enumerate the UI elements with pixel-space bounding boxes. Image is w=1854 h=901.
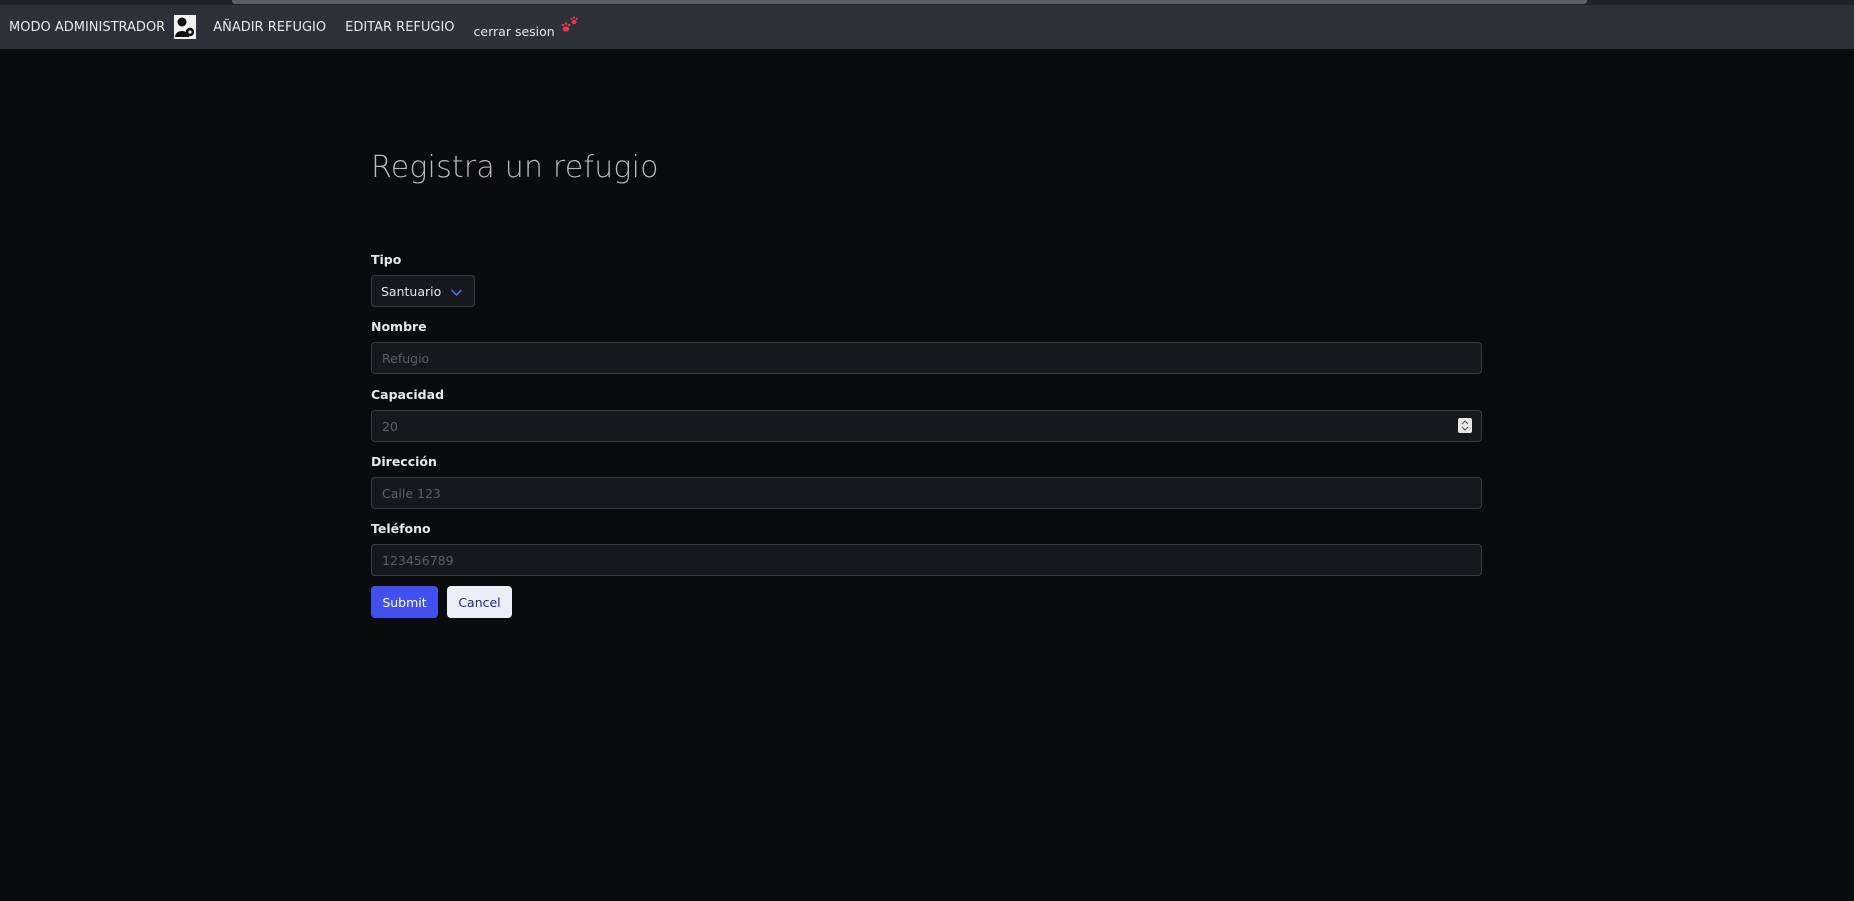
- tipo-select-value: Santuario: [381, 283, 442, 299]
- capacidad-label: Capacidad: [371, 387, 445, 402]
- nav-logout-label: cerrar sesion: [473, 23, 555, 39]
- direccion-input[interactable]: [371, 477, 1482, 509]
- nav-admin-label: MODO ADMINISTRADOR: [9, 19, 166, 35]
- tipo-label: Tipo: [371, 252, 402, 267]
- telefono-label: Teléfono: [371, 521, 431, 536]
- cancel-button[interactable]: Cancel: [447, 586, 512, 618]
- chevron-down-icon: [450, 286, 463, 299]
- nombre-input[interactable]: [371, 342, 1482, 374]
- nav-edit-shelter[interactable]: EDITAR REFUGIO: [345, 20, 454, 35]
- paw-icon: [560, 15, 580, 35]
- user-admin-icon: [174, 15, 197, 39]
- nav-logout[interactable]: cerrar sesion: [473, 16, 580, 39]
- nombre-label: Nombre: [371, 319, 427, 334]
- page-title: Registra un refugio: [371, 150, 659, 185]
- capacidad-input[interactable]: [371, 410, 1482, 442]
- submit-button[interactable]: Submit: [371, 586, 438, 618]
- telefono-input[interactable]: [371, 544, 1482, 576]
- navbar: MODO ADMINISTRADOR AÑADIR REFUGIO EDITAR…: [0, 5, 1854, 49]
- nav-add-label: AÑADIR REFUGIO: [213, 19, 327, 35]
- clipped-field-label: [371, 578, 411, 583]
- nav-add-shelter[interactable]: AÑADIR REFUGIO: [213, 20, 326, 35]
- nav-edit-label: EDITAR REFUGIO: [345, 19, 455, 35]
- nav-admin-mode[interactable]: MODO ADMINISTRADOR: [9, 15, 197, 39]
- tipo-select[interactable]: Santuario: [371, 275, 475, 307]
- horizontal-scrollbar[interactable]: [232, 0, 1587, 4]
- stepper-arrows-icon: [1461, 420, 1469, 431]
- direccion-label: Dirección: [371, 454, 437, 469]
- number-stepper[interactable]: [1458, 418, 1472, 433]
